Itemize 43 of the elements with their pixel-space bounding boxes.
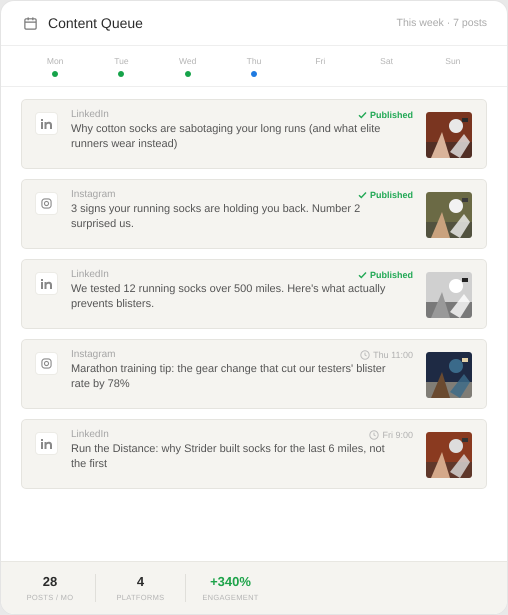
clock-icon xyxy=(360,350,370,360)
day-label: Fri xyxy=(315,56,326,66)
platform-name: LinkedIn xyxy=(71,429,109,440)
day-label: Thu xyxy=(246,56,262,66)
linkedin-icon xyxy=(41,438,52,448)
day-label: Tue xyxy=(114,56,129,66)
post-status: Fri 9:00 xyxy=(382,430,413,440)
day-label: Mon xyxy=(46,56,64,66)
post-card[interactable]: LinkedIn Published Why cotton socks are sabotaging your long runs (and what elite runners wear instead) xyxy=(21,99,487,169)
check-icon xyxy=(358,270,367,278)
day-label: Wed xyxy=(179,56,196,66)
post-text: Run the Distance: why Strider built socks for the last 6 miles, not the first xyxy=(71,442,386,472)
stat-value: 4 xyxy=(136,574,144,589)
post-status: Thu 11:00 xyxy=(373,350,413,360)
post-card[interactable]: Instagram Published 3 signs your running socks are holding you back. Number 2 surprised us. xyxy=(21,179,487,249)
post-status: Published xyxy=(370,270,413,280)
post-text: We tested 12 running socks over 500 miles. Here's what actually prevents blisters. xyxy=(71,282,386,312)
linkedin-icon xyxy=(41,118,52,128)
post-card[interactable]: LinkedIn Fri 9:00 Run the Distance: why Strider built socks for the last 6 miles, not the first xyxy=(21,419,487,489)
linkedin-icon xyxy=(41,278,52,288)
day-label: Sun xyxy=(445,56,460,66)
post-text: Marathon training tip: the gear change that cut our testers' blister rate by 78% xyxy=(71,362,387,392)
platform-name: Instagram xyxy=(71,349,116,360)
calendar-icon xyxy=(23,16,38,30)
post-text: Why cotton socks are sabotaging your long runs (and what elite runners wear instead) xyxy=(71,122,382,152)
post-status: Published xyxy=(370,190,413,200)
platform-name: LinkedIn xyxy=(71,269,109,280)
clock-icon xyxy=(369,430,380,440)
stat-value: 28 xyxy=(42,574,58,589)
week-summary: This week · 7 posts xyxy=(396,17,487,29)
platform-name: LinkedIn xyxy=(71,109,109,120)
check-icon xyxy=(358,110,367,118)
post-card[interactable]: Instagram Thu 11:00 Marathon training tip: the gear change that cut our testers' blister rate by 78% xyxy=(21,339,487,409)
card-title: Content Queue xyxy=(48,15,144,31)
post-status: Published xyxy=(370,110,413,120)
stat-value: +340% xyxy=(210,574,251,589)
instagram-icon xyxy=(41,358,52,369)
post-text: 3 signs your running socks are holding you back. Number 2 surprised us. xyxy=(71,202,362,232)
platform-name: Instagram xyxy=(71,189,116,200)
check-icon xyxy=(358,190,367,198)
day-label: Sat xyxy=(380,56,393,66)
instagram-icon xyxy=(41,198,52,209)
post-card[interactable]: LinkedIn Published We tested 12 running socks over 500 miles. Here's what actually prevents blisters. xyxy=(21,259,487,329)
